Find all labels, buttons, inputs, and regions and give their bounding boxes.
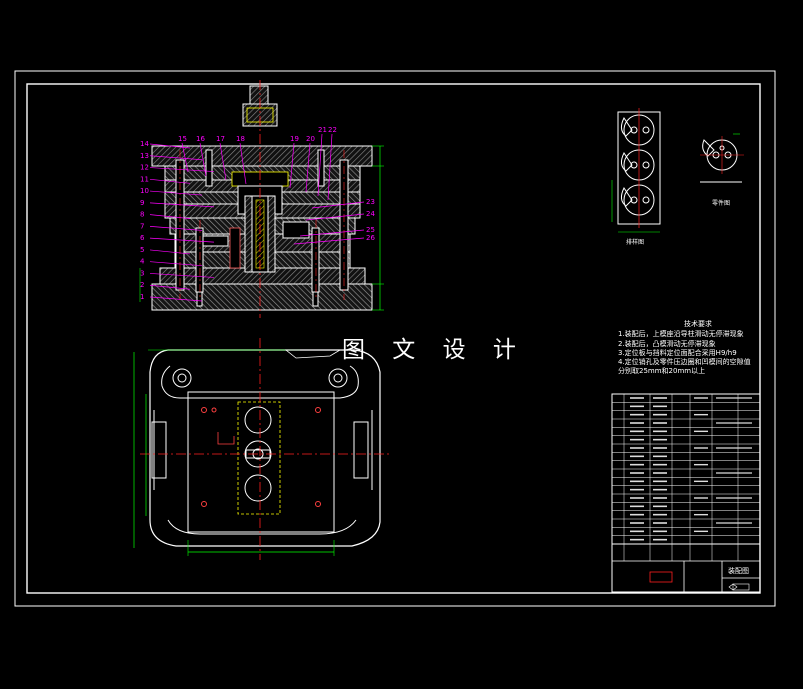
part-number-label: 1 [140, 293, 144, 301]
technical-requirements-title: 技术要求 [684, 320, 712, 328]
part-number-label: 8 [140, 211, 144, 219]
part-number-label: 2 [140, 281, 144, 289]
part-number-label: 7 [140, 222, 144, 230]
part-number-label: 12 [140, 164, 149, 172]
part-drawing-caption: 零件图 [712, 200, 731, 207]
part-number-label: 21 [318, 126, 327, 134]
part-number-label: 25 [366, 226, 375, 234]
part-number-label: 22 [328, 126, 337, 134]
part-number-label: 15 [178, 135, 187, 143]
part-number-label: 14 [140, 140, 149, 148]
technical-requirement-3: 3.定位板与挡料定位面配合采用H9/h9 [618, 348, 737, 357]
part-number-label: 9 [140, 199, 144, 207]
part-number-label: 24 [366, 210, 375, 218]
technical-requirements: 技术要求 1.装配后，上模座沿导柱滑动无停滞现象 2.装配后，凸模滑动无停滞现象… [618, 320, 768, 377]
front-section-view [139, 80, 384, 318]
part-number-label: 19 [290, 135, 299, 143]
technical-requirement-1: 1.装配后，上模座沿导柱滑动无停滞现象 [618, 330, 744, 339]
plan-view [133, 338, 390, 560]
part-number-label: 18 [236, 135, 245, 143]
part-number-label: 6 [140, 234, 145, 242]
part-number-label: 17 [216, 135, 225, 143]
part-number-label: 5 [140, 246, 144, 254]
part-number-label: 11 [140, 175, 149, 183]
technical-requirement-2: 2.装配后，凸模滑动无停滞现象 [618, 339, 716, 348]
strip-layout-caption: 排样图 [626, 239, 645, 246]
title-block [611, 393, 761, 593]
part-number-label: 13 [140, 152, 149, 160]
part-number-label: 3 [140, 269, 144, 277]
strip-layout-view [611, 108, 661, 233]
part-drawing-view [700, 133, 744, 183]
part-number-label: 4 [140, 258, 145, 266]
watermark-text: 图 文 设 计 [342, 337, 526, 363]
drawing-title: 装配图 [728, 567, 749, 575]
part-number-label: 26 [366, 234, 375, 242]
part-number-label: 23 [366, 198, 375, 206]
part-number-label: 20 [306, 135, 315, 143]
part-number-label: 16 [196, 135, 205, 143]
part-number-label: 10 [140, 187, 149, 195]
technical-requirement-5: 分别取25mm和20mm以上 [618, 367, 706, 376]
